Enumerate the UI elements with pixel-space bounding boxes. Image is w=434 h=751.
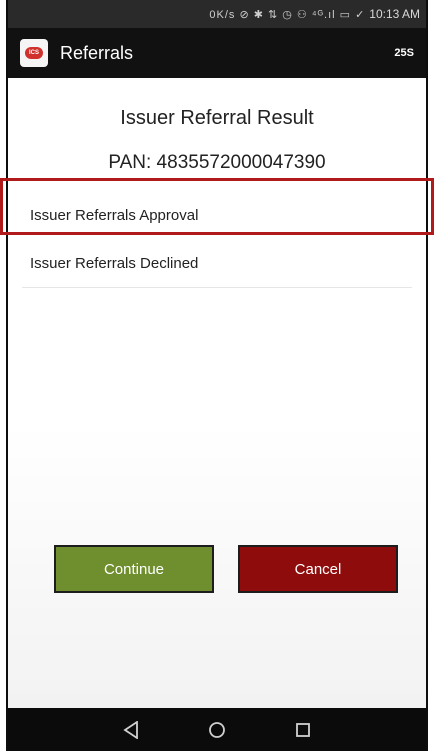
status-time: 10:13 AM [369, 7, 420, 21]
option-label: Issuer Referrals Declined [30, 255, 199, 272]
app-logo-text: ICS [28, 50, 39, 56]
referral-content: Issuer Referral Result PAN: 483557200004… [8, 78, 426, 708]
cancel-button[interactable]: Cancel [238, 545, 398, 593]
option-issuer-referrals-declined[interactable]: Issuer Referrals Declined [22, 240, 412, 288]
navigation-bar [8, 708, 426, 751]
app-logo-icon: ICS [20, 39, 48, 67]
page-title: Issuer Referral Result [120, 107, 314, 129]
status-icons: 0K/s ⊘ ✱ ⇅ ◷ ⚇ ⁴ᴳ.ıl ▭ ✓ [209, 8, 366, 21]
app-logo-mark: ICS [25, 47, 43, 59]
pan-number: PAN: 4835572000047390 [108, 152, 326, 173]
phone-screen: 0K/s ⊘ ✱ ⇅ ◷ ⚇ ⁴ᴳ.ıl ▭ ✓ 10:13 AM ICS Re… [0, 0, 434, 751]
timeout-timer: 25S [394, 47, 414, 59]
app-bar: ICS Referrals 25S [8, 28, 426, 78]
continue-button[interactable]: Continue [54, 545, 214, 593]
option-issuer-referrals-approval[interactable]: Issuer Referrals Approval [22, 191, 412, 239]
recents-icon[interactable] [289, 716, 317, 744]
option-label: Issuer Referrals Approval [30, 206, 199, 224]
back-icon[interactable] [117, 716, 145, 744]
home-icon[interactable] [203, 716, 231, 744]
status-bar: 0K/s ⊘ ✱ ⇅ ◷ ⚇ ⁴ᴳ.ıl ▭ ✓ 10:13 AM [8, 0, 426, 28]
app-title: Referrals [60, 42, 134, 63]
